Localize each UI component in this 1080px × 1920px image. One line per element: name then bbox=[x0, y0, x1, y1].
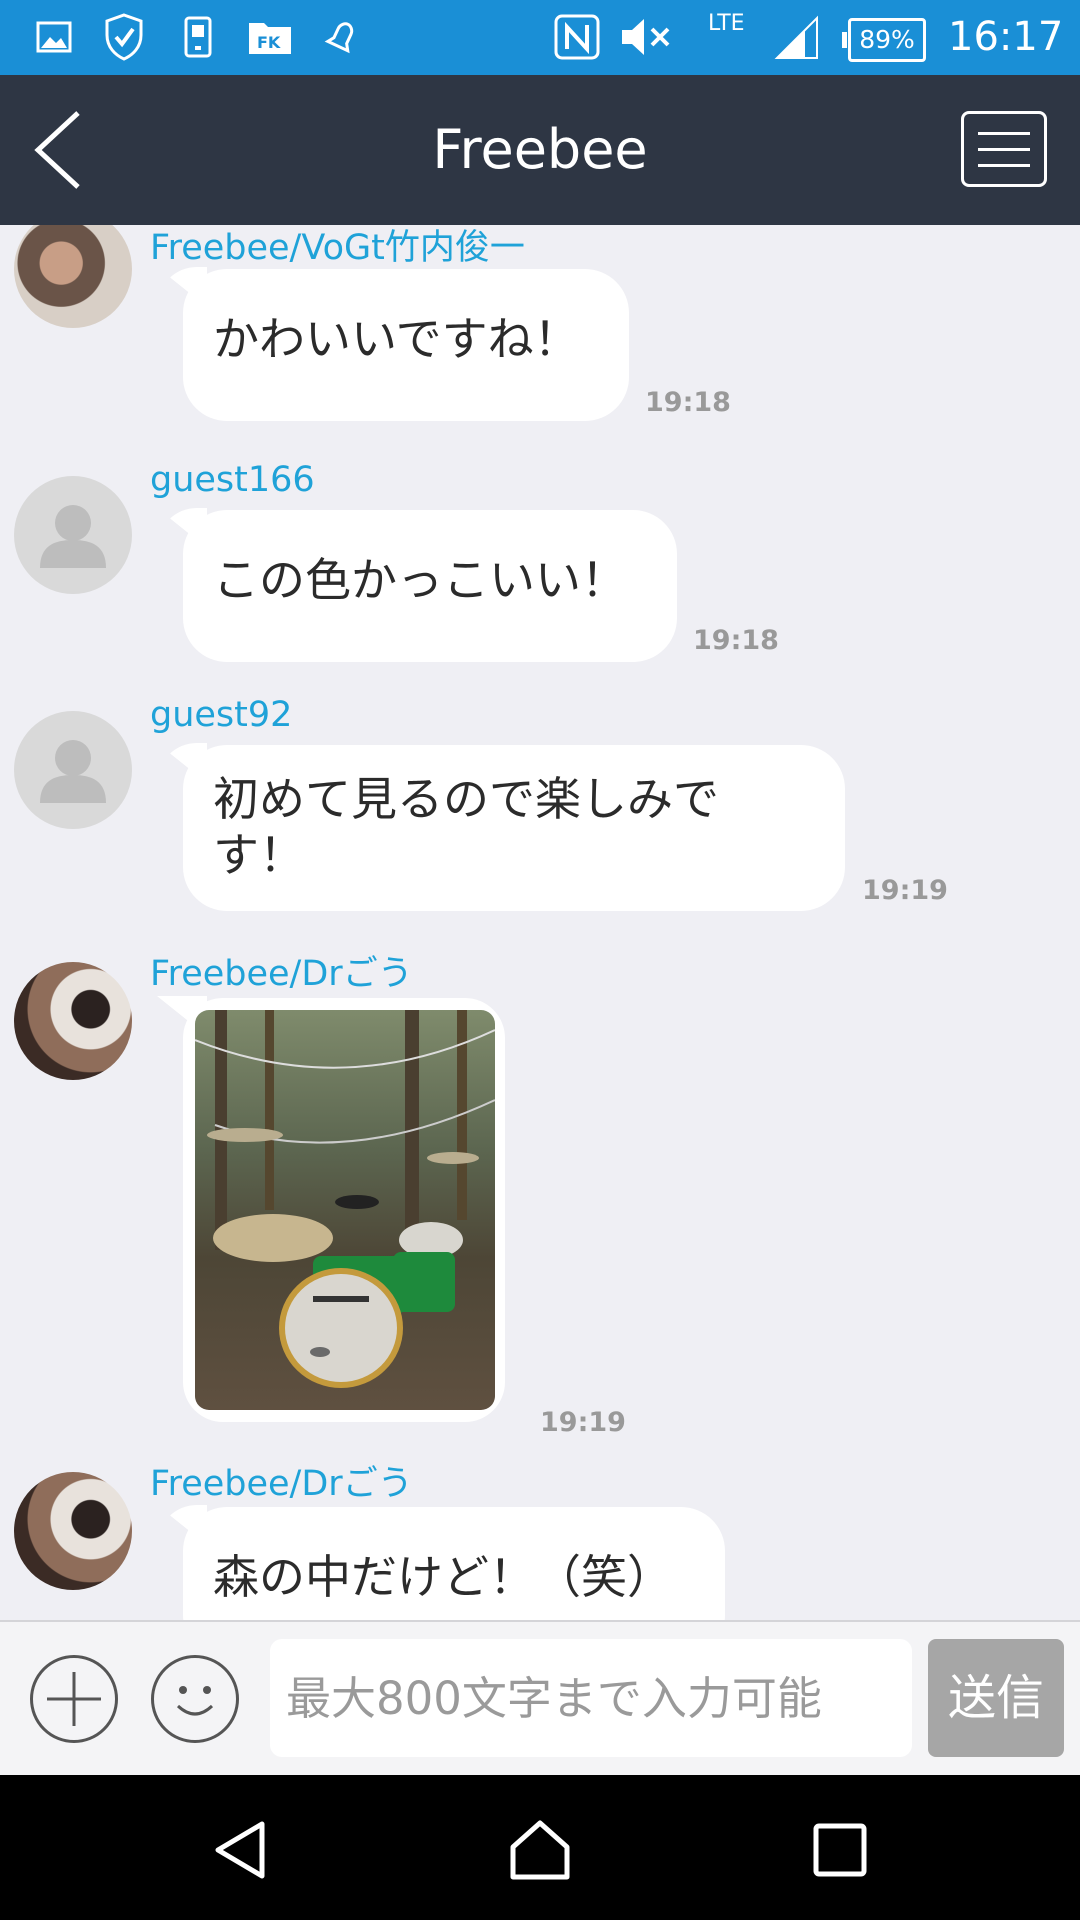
svg-text:FK: FK bbox=[257, 33, 281, 52]
mute-icon bbox=[618, 14, 674, 60]
avatar[interactable] bbox=[14, 476, 132, 594]
image-bubble[interactable] bbox=[183, 998, 505, 1422]
menu-button[interactable] bbox=[961, 111, 1047, 187]
triangle-back-icon bbox=[215, 1821, 265, 1879]
drum-kit-photo[interactable] bbox=[195, 1010, 495, 1410]
plus-icon bbox=[47, 1672, 101, 1726]
send-button[interactable]: 送信 bbox=[928, 1639, 1064, 1757]
chat-header: Freebee bbox=[0, 75, 1080, 225]
message-input-bar: 送信 bbox=[0, 1620, 1080, 1775]
page-title: Freebee bbox=[432, 118, 648, 181]
avatar[interactable] bbox=[14, 962, 132, 1080]
message-bubble[interactable]: 初めて見るので楽しみです！ bbox=[183, 745, 845, 911]
message-time: 19:19 bbox=[540, 1407, 626, 1438]
message-bubble[interactable]: この色かっこいい！ bbox=[183, 510, 677, 662]
avatar[interactable] bbox=[14, 225, 132, 328]
nav-back-button[interactable] bbox=[195, 1805, 285, 1895]
sim-icon bbox=[180, 14, 216, 60]
message-input[interactable] bbox=[270, 1639, 912, 1757]
clock: 16:17 bbox=[948, 14, 1064, 60]
shield-icon bbox=[102, 13, 146, 61]
battery-icon: 89% bbox=[842, 18, 926, 62]
username: Freebee/Drごう bbox=[150, 954, 413, 994]
message-time: 19:19 bbox=[862, 875, 948, 906]
message-text: 森の中だけど！（笑） bbox=[213, 1550, 673, 1604]
message-bubble[interactable]: 森の中だけど！（笑） bbox=[183, 1507, 725, 1620]
emoji-button[interactable] bbox=[151, 1655, 239, 1743]
fk-app-icon: FK bbox=[245, 14, 295, 60]
message-text: この色かっこいい！ bbox=[213, 553, 627, 607]
network-type: LTE bbox=[708, 11, 745, 36]
message-text: かわいいですね！ bbox=[213, 312, 580, 366]
username: Freebee/Drごう bbox=[150, 1464, 413, 1504]
nav-home-button[interactable] bbox=[495, 1805, 585, 1895]
nav-recents-button[interactable] bbox=[795, 1805, 885, 1895]
battery-level: 89% bbox=[859, 25, 915, 54]
message-time: 19:18 bbox=[693, 625, 779, 656]
gallery-icon bbox=[34, 14, 74, 60]
status-bar: FK LTE 89% 16:17 bbox=[0, 0, 1080, 75]
default-user-icon bbox=[40, 740, 106, 803]
username: Freebee/VoGt竹内俊一 bbox=[150, 228, 525, 268]
signal-icon bbox=[772, 14, 822, 60]
square-recents-icon bbox=[813, 1823, 867, 1877]
attach-button[interactable] bbox=[30, 1655, 118, 1743]
bell-icon bbox=[322, 14, 362, 60]
smiley-icon bbox=[176, 1686, 214, 1716]
message-text: 初めて見るので楽しみです！ bbox=[213, 772, 719, 882]
home-icon bbox=[510, 1820, 570, 1880]
chat-area[interactable]: Freebee/VoGt竹内俊一 かわいいですね！ 19:18 guest166… bbox=[0, 225, 1080, 1620]
drum-kit-image bbox=[195, 1010, 495, 1388]
nfc-icon bbox=[552, 14, 602, 60]
message-time: 19:18 bbox=[645, 387, 731, 418]
menu-icon bbox=[978, 132, 1030, 135]
username: guest166 bbox=[150, 460, 315, 500]
message-bubble[interactable]: かわいいですね！ bbox=[183, 269, 629, 421]
system-nav-bar bbox=[0, 1775, 1080, 1920]
username: guest92 bbox=[150, 695, 293, 735]
avatar[interactable] bbox=[14, 711, 132, 829]
avatar[interactable] bbox=[14, 1472, 132, 1590]
default-user-icon bbox=[40, 505, 106, 568]
